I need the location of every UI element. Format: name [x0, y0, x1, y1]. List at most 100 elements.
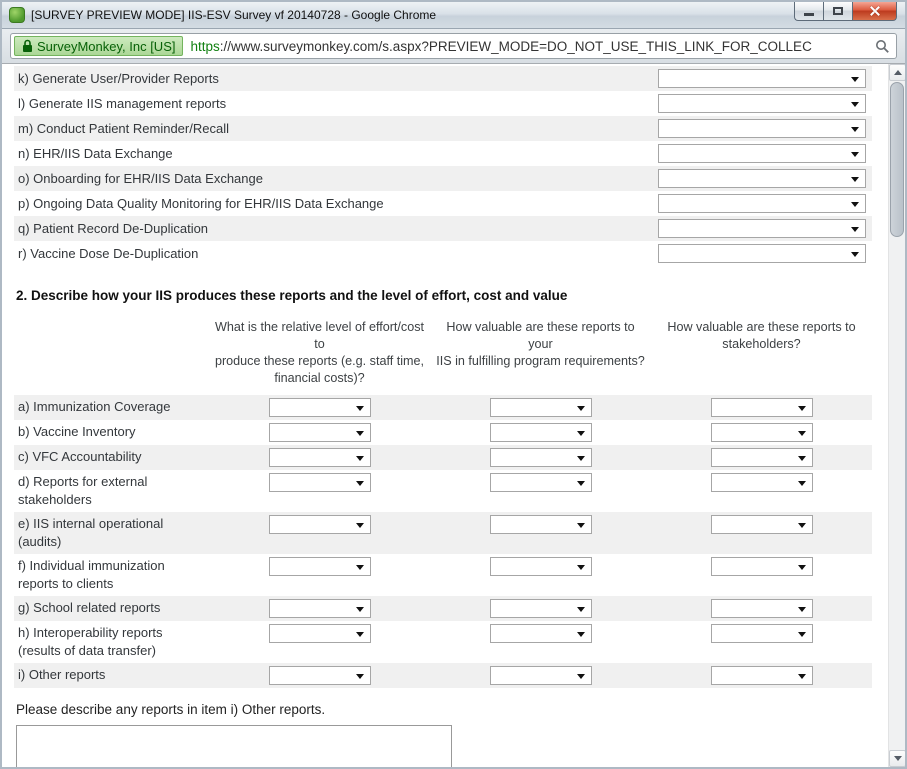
q2-f-value-stakeholders-dropdown[interactable] [711, 557, 813, 576]
q2-b-effort-dropdown[interactable] [269, 423, 371, 442]
q2-a-value-stakeholders-dropdown[interactable] [711, 398, 813, 417]
survey-page: k) Generate User/Provider Reports l) Gen… [14, 66, 872, 767]
q2-row-b: b) Vaccine Inventory [14, 420, 872, 445]
matrix-header-effort: What is the relative level of effort/cos… [209, 319, 430, 387]
scroll-down-button[interactable] [889, 750, 905, 767]
arrow-down-icon [894, 756, 902, 761]
scroll-up-button[interactable] [889, 64, 905, 81]
chevron-down-icon [577, 674, 585, 679]
q1-row-label: k) Generate User/Provider Reports [18, 71, 219, 86]
q2-row-h: h) Interoperability reports (results of … [14, 621, 872, 663]
q2-row-a: a) Immunization Coverage [14, 395, 872, 420]
q2-i-value-stakeholders-dropdown[interactable] [711, 666, 813, 685]
chevron-down-icon [356, 406, 364, 411]
chevron-down-icon [798, 406, 806, 411]
q2-d-value-iis-dropdown[interactable] [490, 473, 592, 492]
q2-e-value-stakeholders-dropdown[interactable] [711, 515, 813, 534]
q2-d-value-stakeholders-dropdown[interactable] [711, 473, 813, 492]
chevron-down-icon [851, 177, 859, 182]
q1-row-q: q) Patient Record De-Duplication [14, 216, 872, 241]
maximize-icon [833, 7, 843, 15]
q2-b-value-stakeholders-dropdown[interactable] [711, 423, 813, 442]
question-2-title: 2. Describe how your IIS produces these … [14, 288, 872, 303]
q1-m-dropdown[interactable] [658, 119, 866, 138]
search-icon[interactable] [875, 39, 890, 54]
q2-g-value-stakeholders-dropdown[interactable] [711, 599, 813, 618]
q2-f-effort-dropdown[interactable] [269, 557, 371, 576]
scrollbar-thumb[interactable] [890, 82, 904, 237]
chevron-down-icon [356, 456, 364, 461]
q2-a-value-iis-dropdown[interactable] [490, 398, 592, 417]
window-controls [794, 2, 897, 21]
q2-e-value-iis-dropdown[interactable] [490, 515, 592, 534]
q2-row-i: i) Other reports [14, 663, 872, 688]
q2-row-label: c) VFC Accountability [14, 448, 209, 466]
minimize-icon [804, 13, 814, 16]
q2-g-value-iis-dropdown[interactable] [490, 599, 592, 618]
q1-row-label: r) Vaccine Dose De-Duplication [18, 246, 198, 261]
q1-row-n: n) EHR/IIS Data Exchange [14, 141, 872, 166]
chevron-down-icon [798, 674, 806, 679]
q1-row-label: l) Generate IIS management reports [18, 96, 226, 111]
q1-o-dropdown[interactable] [658, 169, 866, 188]
q2-c-effort-dropdown[interactable] [269, 448, 371, 467]
chevron-down-icon [577, 632, 585, 637]
browser-window: [SURVEY PREVIEW MODE] IIS-ESV Survey vf … [0, 0, 907, 769]
q2-a-effort-dropdown[interactable] [269, 398, 371, 417]
q2-h-value-iis-dropdown[interactable] [490, 624, 592, 643]
q2-row-label: g) School related reports [14, 599, 209, 617]
q1-l-dropdown[interactable] [658, 94, 866, 113]
q2-g-effort-dropdown[interactable] [269, 599, 371, 618]
q1-row-o: o) Onboarding for EHR/IIS Data Exchange [14, 166, 872, 191]
chevron-down-icon [356, 431, 364, 436]
chevron-down-icon [356, 565, 364, 570]
chevron-down-icon [798, 632, 806, 637]
q2-e-effort-dropdown[interactable] [269, 515, 371, 534]
q2-d-effort-dropdown[interactable] [269, 473, 371, 492]
chevron-down-icon [577, 523, 585, 528]
url-text[interactable]: https://www.surveymonkey.com/s.aspx?PREV… [190, 39, 869, 54]
chevron-down-icon [851, 202, 859, 207]
q1-n-dropdown[interactable] [658, 144, 866, 163]
other-reports-textarea[interactable] [16, 725, 452, 767]
q2-i-value-iis-dropdown[interactable] [490, 666, 592, 685]
maximize-button[interactable] [823, 2, 852, 21]
chevron-down-icon [851, 77, 859, 82]
chevron-down-icon [851, 127, 859, 132]
chevron-down-icon [798, 523, 806, 528]
q2-c-value-stakeholders-dropdown[interactable] [711, 448, 813, 467]
q1-row-label: n) EHR/IIS Data Exchange [18, 146, 173, 161]
chevron-down-icon [356, 481, 364, 486]
close-button[interactable] [852, 2, 897, 21]
address-bar[interactable]: SurveyMonkey, Inc [US] https://www.surve… [10, 33, 897, 59]
q1-row-label: m) Conduct Patient Reminder/Recall [18, 121, 229, 136]
q1-r-dropdown[interactable] [658, 244, 866, 263]
chevron-down-icon [798, 481, 806, 486]
lock-icon [22, 39, 33, 53]
q2-h-effort-dropdown[interactable] [269, 624, 371, 643]
chevron-down-icon [798, 456, 806, 461]
chevron-down-icon [577, 607, 585, 612]
q2-c-value-iis-dropdown[interactable] [490, 448, 592, 467]
chevron-down-icon [851, 227, 859, 232]
q1-row-label: q) Patient Record De-Duplication [18, 221, 208, 236]
q2-i-effort-dropdown[interactable] [269, 666, 371, 685]
chevron-down-icon [798, 431, 806, 436]
q2-row-e: e) IIS internal operational (audits) [14, 512, 872, 554]
chevron-down-icon [356, 523, 364, 528]
q1-q-dropdown[interactable] [658, 219, 866, 238]
matrix-header-row: What is the relative level of effort/cos… [14, 319, 872, 387]
matrix-header-value-iis: How valuable are these reports to your I… [430, 319, 651, 387]
q2-row-label: h) Interoperability reports (results of … [14, 624, 209, 660]
q2-f-value-iis-dropdown[interactable] [490, 557, 592, 576]
q2-h-value-stakeholders-dropdown[interactable] [711, 624, 813, 643]
q1-p-dropdown[interactable] [658, 194, 866, 213]
minimize-button[interactable] [794, 2, 823, 21]
chevron-down-icon [356, 674, 364, 679]
q2-row-label: a) Immunization Coverage [14, 398, 209, 416]
q1-k-dropdown[interactable] [658, 69, 866, 88]
q2-b-value-iis-dropdown[interactable] [490, 423, 592, 442]
ev-certificate-badge[interactable]: SurveyMonkey, Inc [US] [14, 36, 183, 56]
chevron-down-icon [798, 565, 806, 570]
vertical-scrollbar[interactable] [888, 64, 905, 767]
